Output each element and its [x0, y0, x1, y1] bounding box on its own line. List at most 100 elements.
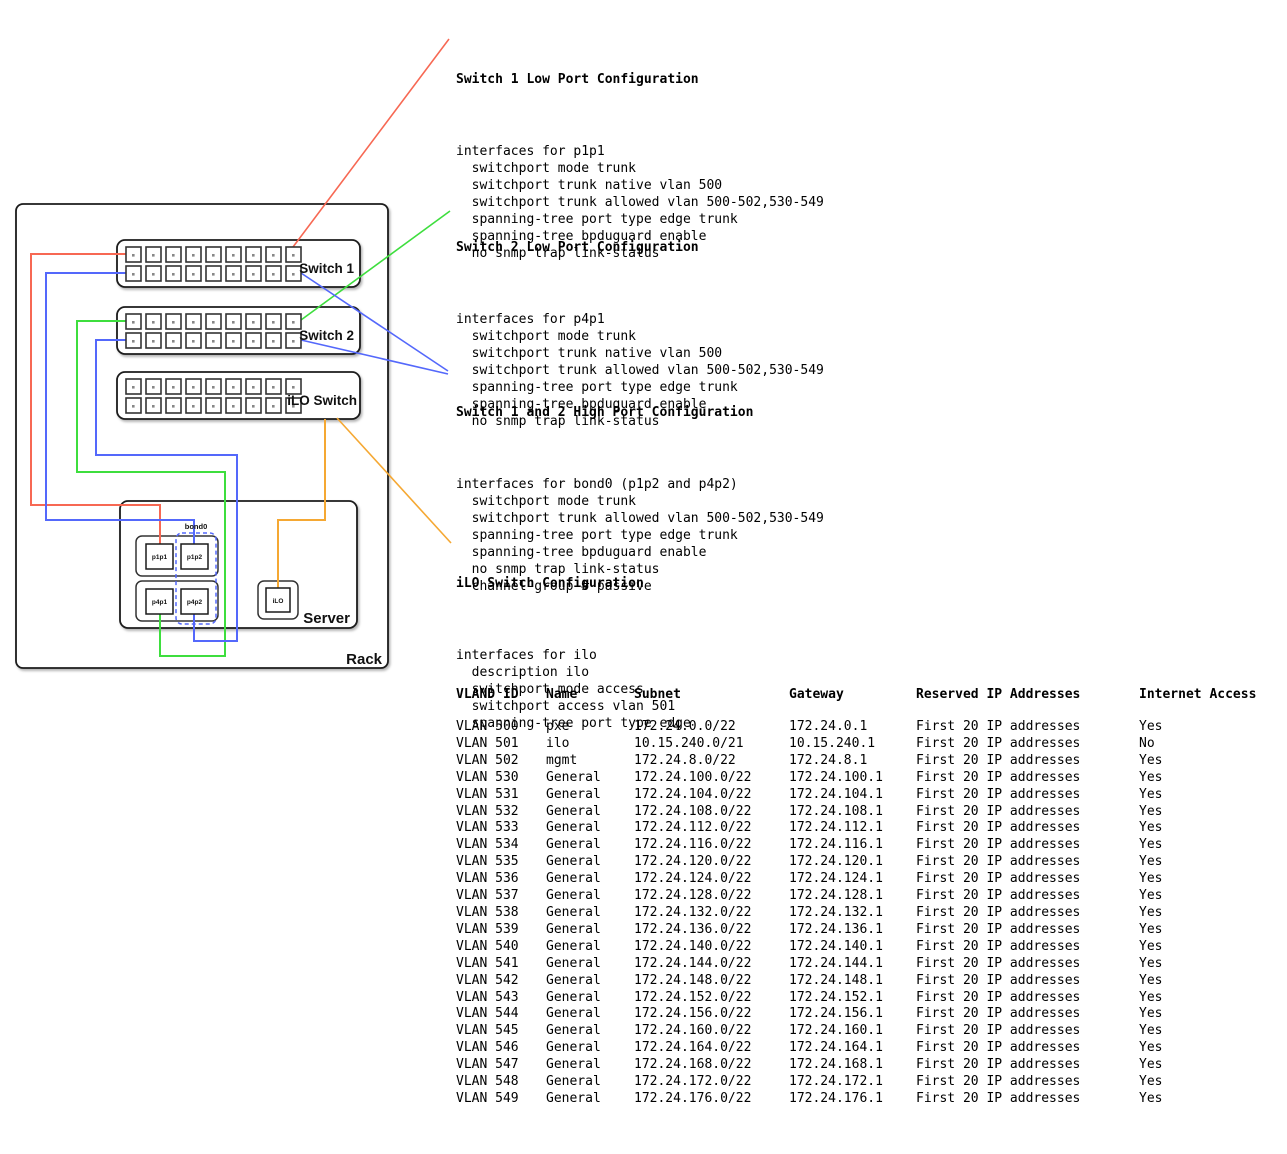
vlan-cell-internet: Yes	[1139, 905, 1269, 922]
vlan-cell-subnet: 172.24.148.0/22	[634, 973, 789, 990]
vlan-cell-gateway: 172.24.112.1	[789, 820, 916, 837]
vlan-cell-reserved: First 20 IP addresses	[916, 1006, 1139, 1023]
vlan-cell-id: VLAN 543	[456, 990, 546, 1007]
vlan-cell-name: General	[546, 1040, 634, 1057]
p1p1-label: p1p1	[152, 554, 168, 561]
vlan-cell-reserved: First 20 IP addresses	[916, 1040, 1139, 1057]
vlan-cell-name: General	[546, 804, 634, 821]
vlan-cell-reserved: First 20 IP addresses	[916, 787, 1139, 804]
vlan-cell-subnet: 172.24.168.0/22	[634, 1057, 789, 1074]
vlan-cell-name: General	[546, 1023, 634, 1040]
vlan-row: VLAN 545 General 172.24.160.0/22 172.24.…	[456, 1023, 1269, 1040]
vlan-cell-id: VLAN 548	[456, 1074, 546, 1091]
vlan-cell-gateway: 172.24.116.1	[789, 837, 916, 854]
vlan-cell-id: VLAN 537	[456, 888, 546, 905]
vlan-cell-name: General	[546, 1057, 634, 1074]
vlan-cell-internet: Yes	[1139, 922, 1269, 939]
vlan-cell-gateway: 172.24.132.1	[789, 905, 916, 922]
vlan-cell-id: VLAN 532	[456, 804, 546, 821]
vlan-cell-gateway: 172.24.120.1	[789, 854, 916, 871]
config-line: switchport trunk allowed vlan 500-502,53…	[456, 510, 824, 527]
ilo-switch-port-row-top	[126, 379, 301, 394]
vlan-row: VLAN 530 General 172.24.100.0/22 172.24.…	[456, 770, 1269, 787]
vlan-cell-reserved: First 20 IP addresses	[916, 854, 1139, 871]
vlan-cell-name: General	[546, 922, 634, 939]
vlan-cell-id: VLAN 547	[456, 1057, 546, 1074]
vlan-row: VLAN 539 General 172.24.136.0/22 172.24.…	[456, 922, 1269, 939]
vlan-cell-internet: Yes	[1139, 1023, 1269, 1040]
switch2-port-row-bottom	[126, 333, 301, 348]
vlan-cell-internet: Yes	[1139, 888, 1269, 905]
vlan-cell-reserved: First 20 IP addresses	[916, 939, 1139, 956]
vlan-cell-id: VLAN 533	[456, 820, 546, 837]
vlan-cell-name: General	[546, 905, 634, 922]
vlan-table: VLAND ID Name Subnet Gateway Reserved IP…	[456, 686, 1269, 1108]
vlan-row: VLAN 540 General 172.24.140.0/22 172.24.…	[456, 939, 1269, 956]
vlan-cell-id: VLAN 500	[456, 719, 546, 736]
config-title: Switch 1 Low Port Configuration	[456, 71, 824, 88]
vlan-row: VLAN 502 mgmt 172.24.8.0/22 172.24.8.1 F…	[456, 753, 1269, 770]
vlan-cell-internet: Yes	[1139, 956, 1269, 973]
p1p2-label: p1p2	[187, 554, 203, 561]
config-line: interfaces for p4p1	[456, 311, 824, 328]
config-title: Switch 2 Low Port Configuration	[456, 239, 824, 256]
vlan-cell-internet: Yes	[1139, 1057, 1269, 1074]
vlan-header-name: Name	[546, 686, 634, 719]
vlan-cell-name: General	[546, 787, 634, 804]
ilo-switch-port-row-bottom	[126, 398, 301, 413]
vlan-cell-id: VLAN 540	[456, 939, 546, 956]
vlan-cell-internet: Yes	[1139, 753, 1269, 770]
vlan-cell-name: General	[546, 837, 634, 854]
vlan-cell-internet: Yes	[1139, 1074, 1269, 1091]
vlan-cell-gateway: 172.24.128.1	[789, 888, 916, 905]
vlan-row: VLAN 501 ilo 10.15.240.0/21 10.15.240.1 …	[456, 736, 1269, 753]
vlan-cell-gateway: 172.24.108.1	[789, 804, 916, 821]
config-line: interfaces for bond0 (p1p2 and p4p2)	[456, 476, 824, 493]
vlan-cell-gateway: 172.24.136.1	[789, 922, 916, 939]
vlan-cell-gateway: 172.24.152.1	[789, 990, 916, 1007]
vlan-header-gateway: Gateway	[789, 686, 916, 719]
vlan-cell-subnet: 172.24.176.0/22	[634, 1091, 789, 1108]
vlan-header-reserved: Reserved IP Addresses	[916, 686, 1139, 719]
vlan-cell-internet: Yes	[1139, 854, 1269, 871]
vlan-cell-subnet: 172.24.120.0/22	[634, 854, 789, 871]
config-line: switchport mode trunk	[456, 328, 824, 345]
vlan-cell-subnet: 172.24.104.0/22	[634, 787, 789, 804]
vlan-cell-subnet: 10.15.240.0/21	[634, 736, 789, 753]
vlan-row: VLAN 537 General 172.24.128.0/22 172.24.…	[456, 888, 1269, 905]
vlan-cell-gateway: 172.24.8.1	[789, 753, 916, 770]
vlan-cell-reserved: First 20 IP addresses	[916, 905, 1139, 922]
vlan-cell-subnet: 172.24.128.0/22	[634, 888, 789, 905]
vlan-cell-gateway: 172.24.156.1	[789, 1006, 916, 1023]
vlan-row: VLAN 538 General 172.24.132.0/22 172.24.…	[456, 905, 1269, 922]
vlan-row: VLAN 546 General 172.24.164.0/22 172.24.…	[456, 1040, 1269, 1057]
config-line: interfaces for ilo	[456, 647, 691, 664]
vlan-cell-subnet: 172.24.100.0/22	[634, 770, 789, 787]
vlan-cell-internet: Yes	[1139, 973, 1269, 990]
vlan-row: VLAN 536 General 172.24.124.0/22 172.24.…	[456, 871, 1269, 888]
vlan-cell-id: VLAN 545	[456, 1023, 546, 1040]
vlan-cell-id: VLAN 549	[456, 1091, 546, 1108]
vlan-cell-reserved: First 20 IP addresses	[916, 837, 1139, 854]
vlan-cell-id: VLAN 501	[456, 736, 546, 753]
config-line: switchport trunk native vlan 500	[456, 177, 824, 194]
vlan-cell-reserved: First 20 IP addresses	[916, 973, 1139, 990]
vlan-cell-gateway: 172.24.144.1	[789, 956, 916, 973]
vlan-cell-gateway: 172.24.0.1	[789, 719, 916, 736]
vlan-cell-name: General	[546, 1006, 634, 1023]
vlan-cell-internet: Yes	[1139, 787, 1269, 804]
vlan-cell-name: pxe	[546, 719, 634, 736]
vlan-row: VLAN 534 General 172.24.116.0/22 172.24.…	[456, 837, 1269, 854]
vlan-row: VLAN 531 General 172.24.104.0/22 172.24.…	[456, 787, 1269, 804]
vlan-row: VLAN 532 General 172.24.108.0/22 172.24.…	[456, 804, 1269, 821]
vlan-cell-reserved: First 20 IP addresses	[916, 1091, 1139, 1108]
vlan-cell-name: General	[546, 820, 634, 837]
server-label: Server	[303, 610, 350, 627]
config-line: switchport mode trunk	[456, 160, 824, 177]
vlan-row: VLAN 547 General 172.24.168.0/22 172.24.…	[456, 1057, 1269, 1074]
vlan-cell-subnet: 172.24.164.0/22	[634, 1040, 789, 1057]
vlan-cell-name: General	[546, 1074, 634, 1091]
vlan-row: VLAN 542 General 172.24.148.0/22 172.24.…	[456, 973, 1269, 990]
config-line: interfaces for p1p1	[456, 143, 824, 160]
vlan-cell-gateway: 172.24.160.1	[789, 1023, 916, 1040]
